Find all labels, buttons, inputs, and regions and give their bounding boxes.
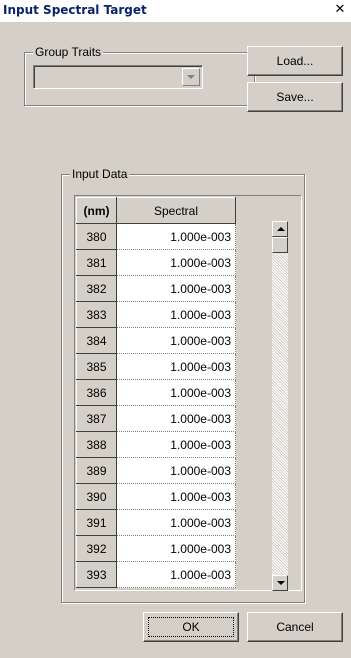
spectral-value-cell[interactable]: 1.000e-003 (116, 535, 236, 562)
table-row[interactable]: 388 1.000e-003 (76, 431, 236, 458)
table-row[interactable]: 391 1.000e-003 (76, 509, 236, 536)
scroll-thumb[interactable] (272, 237, 288, 253)
table-row[interactable]: 380 1.000e-003 (76, 223, 236, 250)
combo-dropdown-button[interactable] (182, 68, 200, 86)
row-header-nm[interactable]: 388 (76, 431, 117, 458)
column-header-spectral[interactable]: Spectral (116, 197, 236, 224)
ok-button[interactable]: OK (143, 612, 239, 642)
arrow-up-icon (277, 227, 285, 231)
table-row[interactable]: 385 1.000e-003 (76, 353, 236, 380)
load-button[interactable]: Load... (247, 46, 343, 76)
chevron-down-icon (187, 75, 195, 79)
table-row[interactable]: 390 1.000e-003 (76, 483, 236, 510)
row-header-nm[interactable]: 383 (76, 301, 117, 328)
row-header-nm[interactable]: 390 (76, 483, 117, 510)
cancel-button-label: Cancel (276, 620, 314, 634)
spectral-value-cell[interactable]: 1.000e-003 (116, 327, 236, 354)
arrow-down-icon (277, 581, 285, 585)
spectral-value-cell[interactable]: 1.000e-003 (116, 561, 236, 588)
spectral-value-cell[interactable]: 1.000e-003 (116, 301, 236, 328)
row-header-nm[interactable]: 393 (76, 561, 117, 588)
group-traits-legend: Group Traits (33, 45, 104, 59)
row-header-nm[interactable]: 384 (76, 327, 117, 354)
table-row[interactable]: 382 1.000e-003 (76, 275, 236, 302)
row-header-nm[interactable]: 386 (76, 379, 117, 406)
table-row[interactable]: 389 1.000e-003 (76, 457, 236, 484)
close-icon[interactable]: ✕ (332, 3, 348, 17)
spectral-value-cell[interactable]: 1.000e-003 (116, 509, 236, 536)
input-data-legend: Input Data (70, 167, 130, 181)
window-title: Input Spectral Target (3, 3, 147, 17)
cancel-button[interactable]: Cancel (247, 612, 343, 642)
table-row[interactable]: 381 1.000e-003 (76, 249, 236, 276)
table-row[interactable]: 386 1.000e-003 (76, 379, 236, 406)
row-header-nm[interactable]: 389 (76, 457, 117, 484)
title-bar: Input Spectral Target ✕ (0, 0, 351, 22)
row-header-nm[interactable]: 391 (76, 509, 117, 536)
table-row[interactable]: 384 1.000e-003 (76, 327, 236, 354)
table-row[interactable]: 392 1.000e-003 (76, 535, 236, 562)
focus-rect (148, 617, 234, 637)
row-header-nm[interactable]: 381 (76, 249, 117, 276)
spectral-value-cell[interactable]: 1.000e-003 (116, 249, 236, 276)
spectral-table: (nm) Spectral 380 1.000e-003 381 1.000e-003… (76, 197, 236, 588)
table-header-row: (nm) Spectral (76, 197, 236, 224)
row-header-nm[interactable]: 385 (76, 353, 117, 380)
table-row[interactable]: 387 1.000e-003 (76, 405, 236, 432)
table-row[interactable]: 393 1.000e-003 (76, 561, 236, 588)
column-header-nm[interactable]: (nm) (76, 197, 117, 224)
group-traits-box: Group Traits (24, 45, 255, 106)
spectral-value-cell[interactable]: 1.000e-003 (116, 353, 236, 380)
spectral-value-cell[interactable]: 1.000e-003 (116, 379, 236, 406)
row-header-nm[interactable]: 392 (76, 535, 117, 562)
row-header-nm[interactable]: 387 (76, 405, 117, 432)
spectral-value-cell[interactable]: 1.000e-003 (116, 223, 236, 250)
spectral-value-cell[interactable]: 1.000e-003 (116, 275, 236, 302)
spectral-value-cell[interactable]: 1.000e-003 (116, 483, 236, 510)
scroll-down-button[interactable] (272, 575, 288, 591)
row-header-nm[interactable]: 382 (76, 275, 117, 302)
table-row[interactable]: 383 1.000e-003 (76, 301, 236, 328)
load-button-label: Load... (276, 54, 314, 68)
spectral-value-cell[interactable]: 1.000e-003 (116, 431, 236, 458)
save-button-label: Save... (276, 90, 314, 104)
spectral-value-cell[interactable]: 1.000e-003 (116, 405, 236, 432)
spectral-data-grid[interactable]: (nm) Spectral 380 1.000e-003 381 1.000e-003… (74, 195, 302, 591)
row-header-nm[interactable]: 380 (76, 223, 117, 250)
spectral-value-cell[interactable]: 1.000e-003 (116, 457, 236, 484)
group-traits-combo[interactable] (33, 65, 203, 89)
save-button[interactable]: Save... (247, 82, 343, 112)
vertical-scrollbar[interactable] (272, 221, 288, 591)
scroll-up-button[interactable] (272, 221, 288, 237)
